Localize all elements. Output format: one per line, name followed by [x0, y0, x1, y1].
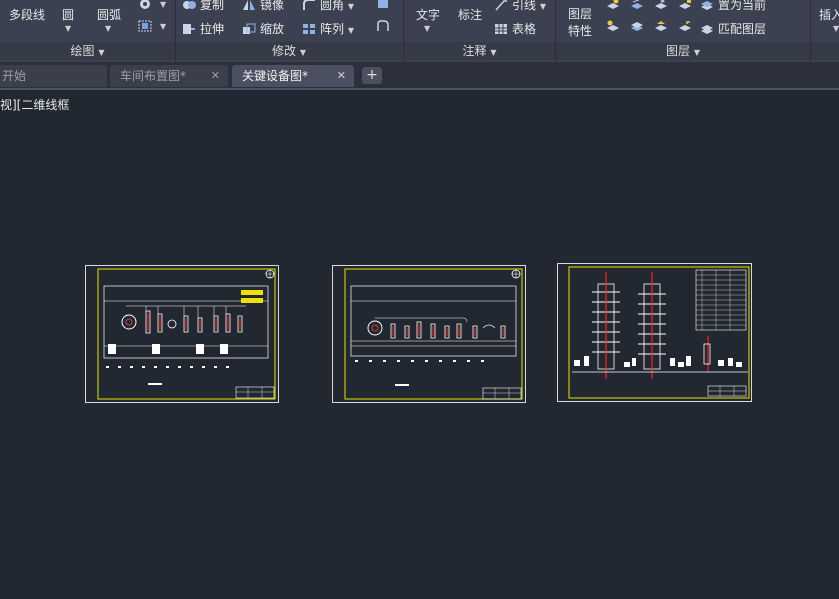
- file-tab-bar: 开始 车间布置图* ✕ 关键设备图* ✕: [0, 62, 839, 90]
- annotation-panel: 文字 ▼ 标注 引线 ▼ 表格 注释 ▼: [404, 0, 555, 62]
- layer-walk-icon[interactable]: [606, 20, 620, 32]
- layer-isolate-icon[interactable]: [630, 0, 644, 10]
- fillet-icon: [302, 0, 316, 11]
- hatch-icon[interactable]: [138, 0, 152, 10]
- layer-unlock-icon[interactable]: [678, 20, 692, 32]
- layer-properties-label-2: 特性: [568, 24, 593, 38]
- text-button[interactable]: 文字: [416, 6, 440, 23]
- copy-label: 复制: [200, 0, 225, 12]
- circle-button[interactable]: 圆: [62, 6, 74, 23]
- polyline-button[interactable]: 多段线: [9, 6, 45, 23]
- layer-unisolate-icon[interactable]: [630, 20, 644, 32]
- circle-label: 圆: [62, 8, 75, 22]
- insert-label: 插入: [819, 8, 839, 22]
- array-button[interactable]: 阵列 ▼: [302, 20, 354, 37]
- dimension-label: 标注: [458, 8, 483, 22]
- tab-workshop-layout[interactable]: 车间布置图* ✕: [110, 65, 228, 87]
- set-current-button[interactable]: 置为当前: [700, 0, 766, 13]
- mirror-icon: [242, 0, 256, 11]
- table-label: 表格: [512, 22, 537, 36]
- scale-button[interactable]: 缩放: [242, 20, 284, 37]
- ribbon: 多段线 圆 ▼ 圆弧 ▼ ▼ ▼ 绘图 ▼ 复制 镜像 圆角 ▼ 拉伸 缩放 阵…: [0, 0, 839, 63]
- match-layer-button[interactable]: 匹配图层: [700, 20, 766, 37]
- viewport-control-label[interactable]: 视][二维线框: [0, 96, 69, 113]
- stretch-icon: [182, 23, 196, 35]
- dimension-button[interactable]: 标注: [458, 6, 482, 23]
- offset-icon[interactable]: [376, 20, 390, 32]
- match-layer-label: 匹配图层: [718, 22, 767, 36]
- text-label: 文字: [416, 8, 441, 22]
- leader-icon: [494, 0, 508, 11]
- new-tab-button[interactable]: +: [362, 67, 382, 84]
- layer-freeze-icon[interactable]: ✱: [654, 0, 668, 10]
- insert-panel-title: [811, 42, 839, 60]
- drawing-sheet-2[interactable]: [332, 265, 526, 403]
- tab-start-label: 开始: [2, 69, 27, 83]
- leader-button[interactable]: 引线 ▼: [494, 0, 546, 13]
- circle-dropdown-icon[interactable]: ▼: [65, 24, 71, 33]
- modify-panel-title[interactable]: 修改 ▼: [176, 42, 402, 60]
- insert-panel: 插入 ▼: [811, 0, 839, 62]
- fillet-button[interactable]: 圆角 ▼: [302, 0, 354, 13]
- layer-properties-button[interactable]: 图层 特性: [568, 6, 592, 40]
- array-label: 阵列: [320, 22, 345, 36]
- fillet-label: 圆角: [320, 0, 345, 12]
- close-icon[interactable]: ✕: [211, 65, 220, 87]
- draw-panel-title[interactable]: 绘图 ▼: [0, 42, 175, 60]
- set-current-icon: [700, 0, 714, 11]
- stretch-button[interactable]: 拉伸: [182, 20, 224, 37]
- scale-icon: [242, 23, 256, 35]
- draw-panel: 多段线 圆 ▼ 圆弧 ▼ ▼ ▼ 绘图 ▼: [0, 0, 175, 62]
- drawing-sheet-1[interactable]: [85, 265, 279, 403]
- modify-panel: 复制 镜像 圆角 ▼ 拉伸 缩放 阵列 ▼ 修改 ▼: [176, 0, 402, 62]
- annotation-panel-title[interactable]: 注释 ▼: [404, 42, 555, 60]
- copy-icon: [182, 0, 196, 11]
- tab-key-equipment[interactable]: 关键设备图* ✕: [232, 65, 354, 87]
- set-current-label: 置为当前: [718, 0, 767, 12]
- sheet-3-drawing: [568, 266, 750, 399]
- svg-text:✱: ✱: [660, 0, 665, 5]
- sheet-1-drawing: [97, 268, 276, 400]
- insert-button[interactable]: 插入: [819, 6, 839, 23]
- region-dropdown-icon[interactable]: ▼: [160, 22, 166, 31]
- layers-panel: 图层 特性 ✱ 置为当前 匹配图层 图层 ▼: [556, 0, 810, 62]
- text-dropdown-icon[interactable]: ▼: [424, 24, 430, 33]
- mirror-button[interactable]: 镜像: [242, 0, 284, 13]
- tab-workshop-layout-label: 车间布置图*: [120, 69, 187, 83]
- drawing-sheet-3[interactable]: [557, 263, 752, 402]
- sheet-2-drawing: [344, 268, 523, 400]
- arc-label: 圆弧: [97, 8, 122, 22]
- layer-thaw-icon[interactable]: [654, 20, 668, 32]
- insert-dropdown-icon[interactable]: ▼: [833, 24, 839, 33]
- layer-off-icon[interactable]: [606, 0, 620, 10]
- layer-properties-label-1: 图层: [568, 7, 593, 21]
- array-icon: [302, 23, 316, 35]
- close-icon[interactable]: ✕: [337, 65, 346, 87]
- table-icon: [494, 23, 508, 35]
- hatch-dropdown-icon[interactable]: ▼: [160, 0, 166, 9]
- tab-key-equipment-label: 关键设备图*: [242, 69, 309, 83]
- leader-label: 引线: [512, 0, 537, 12]
- match-layer-icon: [700, 23, 714, 35]
- polyline-label: 多段线: [9, 8, 46, 22]
- table-button[interactable]: 表格: [494, 20, 536, 37]
- arc-button[interactable]: 圆弧: [97, 6, 121, 23]
- explode-icon[interactable]: [376, 0, 390, 9]
- layer-lock-icon[interactable]: [678, 0, 692, 10]
- mirror-label: 镜像: [260, 0, 285, 12]
- tab-start[interactable]: 开始: [0, 65, 107, 87]
- region-icon[interactable]: [138, 20, 152, 32]
- copy-button[interactable]: 复制: [182, 0, 224, 13]
- scale-label: 缩放: [260, 22, 285, 36]
- arc-dropdown-icon[interactable]: ▼: [105, 24, 111, 33]
- stretch-label: 拉伸: [200, 22, 225, 36]
- layers-panel-title[interactable]: 图层 ▼: [556, 42, 810, 60]
